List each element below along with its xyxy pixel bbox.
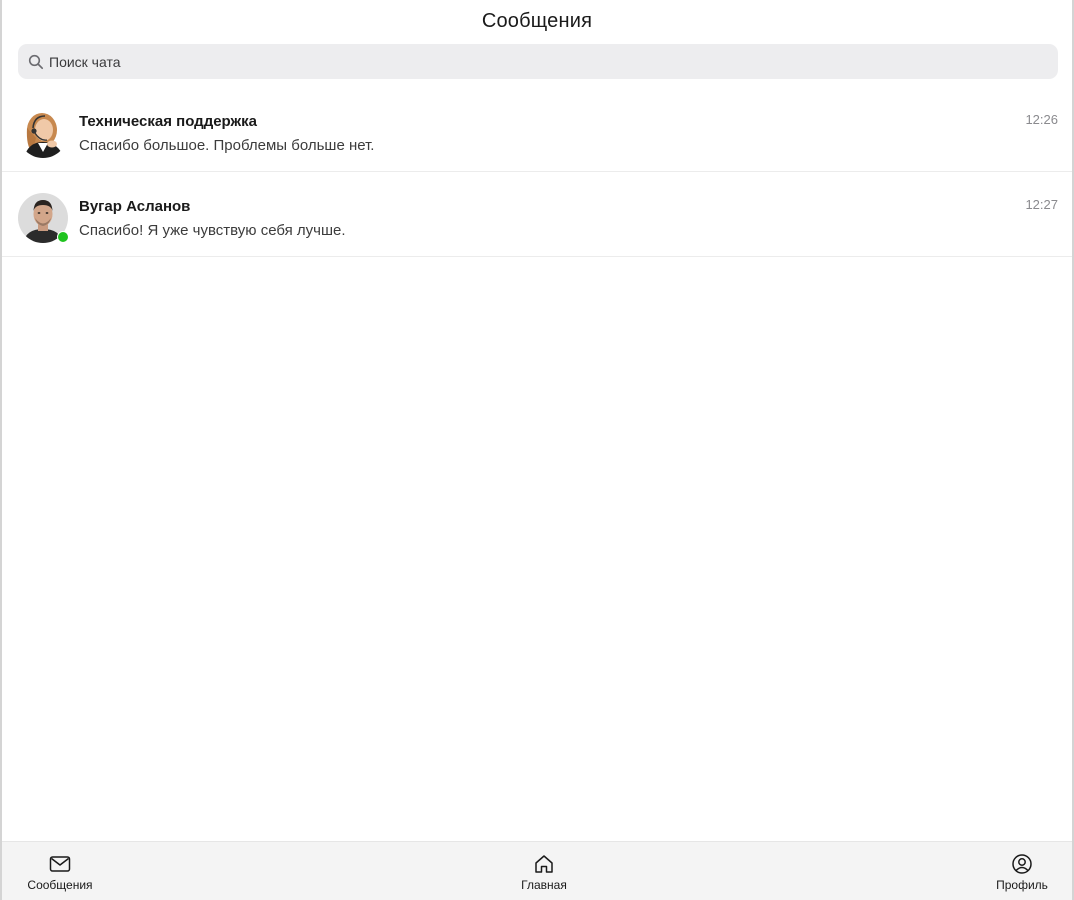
search-input[interactable]	[49, 53, 1029, 70]
chat-preview: Спасибо большое. Проблемы больше нет.	[79, 137, 375, 154]
home-icon	[533, 853, 555, 875]
chat-item-user[interactable]: Вугар Асланов Спасибо! Я уже чувствую се…	[2, 172, 1072, 257]
search-icon	[28, 54, 44, 70]
tab-profile[interactable]: Профиль	[986, 842, 1058, 900]
online-indicator	[57, 231, 69, 243]
bottom-tab-bar: Сообщения Главная Профиль	[2, 841, 1072, 900]
chat-name: Техническая поддержка	[79, 113, 258, 130]
tab-messages[interactable]: Сообщения	[24, 842, 96, 900]
tab-label: Сообщения	[27, 878, 93, 892]
page-title: Сообщения	[481, 9, 593, 32]
tab-label: Профиль	[996, 878, 1048, 892]
app-window: Сообщения Поиск чата Техническая поддерж…	[0, 0, 1074, 900]
chat-preview: Спасибо! Я уже чувствую себя лучше.	[79, 222, 346, 239]
search-bar[interactable]	[18, 44, 1058, 79]
tab-home[interactable]: Главная	[510, 842, 578, 900]
support-agent-avatar	[18, 108, 68, 158]
chat-time: 12:27	[1025, 197, 1058, 212]
chat-name: Вугар Асланов	[79, 198, 191, 215]
chat-list: Техническая поддержка Спасибо большое. П…	[2, 87, 1072, 257]
envelope-icon	[49, 853, 71, 875]
profile-icon	[1011, 853, 1033, 875]
chat-time: 12:26	[1025, 112, 1058, 127]
chat-item-support[interactable]: Техническая поддержка Спасибо большое. П…	[2, 87, 1072, 172]
header: Сообщения	[2, 0, 1072, 42]
user-avatar	[18, 193, 69, 243]
tab-label: Главная	[521, 878, 567, 892]
